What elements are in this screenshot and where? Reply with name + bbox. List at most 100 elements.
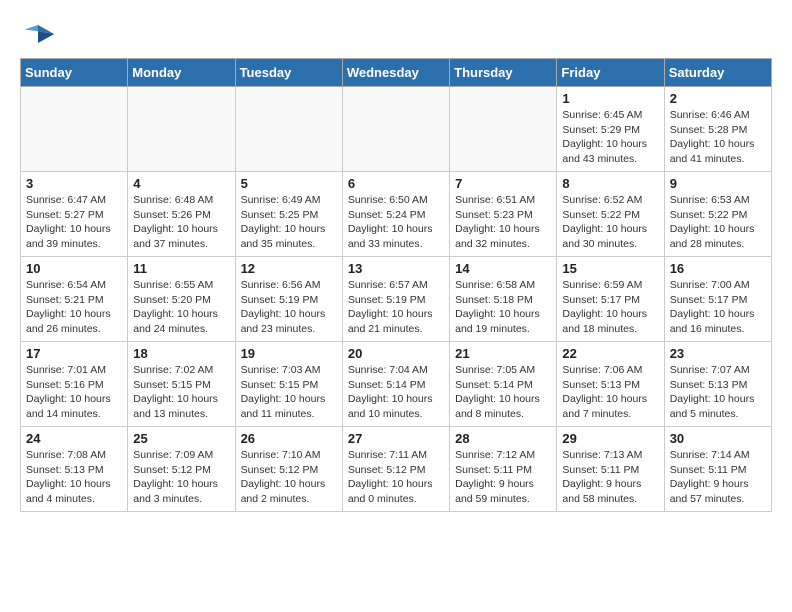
day-number: 11 <box>133 261 229 276</box>
day-number: 28 <box>455 431 551 446</box>
calendar-cell <box>342 87 449 172</box>
week-row-4: 17 Sunrise: 7:01 AMSunset: 5:16 PMDayligh… <box>21 342 772 427</box>
day-number: 6 <box>348 176 444 191</box>
logo <box>20 20 60 48</box>
col-header-tuesday: Tuesday <box>235 59 342 87</box>
day-detail: Sunrise: 6:45 AMSunset: 5:29 PMDaylight:… <box>562 108 658 167</box>
day-number: 1 <box>562 91 658 106</box>
calendar-cell: 1 Sunrise: 6:45 AMSunset: 5:29 PMDaylight… <box>557 87 664 172</box>
day-detail: Sunrise: 7:00 AMSunset: 5:17 PMDaylight:… <box>670 278 766 337</box>
calendar-cell: 16 Sunrise: 7:00 AMSunset: 5:17 PMDayligh… <box>664 257 771 342</box>
day-number: 17 <box>26 346 122 361</box>
calendar-cell: 14Sunrise: 6:58 AMSunset: 5:18 PMDayligh… <box>450 257 557 342</box>
calendar-cell: 15 Sunrise: 6:59 AMSunset: 5:17 PMDayligh… <box>557 257 664 342</box>
day-detail: Sunrise: 7:08 AMSunset: 5:13 PMDaylight:… <box>26 448 122 507</box>
day-number: 3 <box>26 176 122 191</box>
calendar-cell: 17 Sunrise: 7:01 AMSunset: 5:16 PMDayligh… <box>21 342 128 427</box>
day-detail: Sunrise: 6:51 AMSunset: 5:23 PMDaylight:… <box>455 193 551 252</box>
day-number: 21 <box>455 346 551 361</box>
col-header-sunday: Sunday <box>21 59 128 87</box>
day-detail: Sunrise: 6:48 AMSunset: 5:26 PMDaylight:… <box>133 193 229 252</box>
day-number: 22 <box>562 346 658 361</box>
day-detail: Sunrise: 6:56 AMSunset: 5:19 PMDaylight:… <box>241 278 337 337</box>
col-header-wednesday: Wednesday <box>342 59 449 87</box>
day-number: 24 <box>26 431 122 446</box>
calendar-cell: 29Sunrise: 7:13 AMSunset: 5:11 PMDayligh… <box>557 427 664 512</box>
calendar-cell: 11Sunrise: 6:55 AMSunset: 5:20 PMDayligh… <box>128 257 235 342</box>
week-row-3: 10Sunrise: 6:54 AMSunset: 5:21 PMDayligh… <box>21 257 772 342</box>
calendar-cell: 8 Sunrise: 6:52 AMSunset: 5:22 PMDaylight… <box>557 172 664 257</box>
week-row-5: 24 Sunrise: 7:08 AMSunset: 5:13 PMDayligh… <box>21 427 772 512</box>
calendar-cell: 19 Sunrise: 7:03 AMSunset: 5:15 PMDayligh… <box>235 342 342 427</box>
day-detail: Sunrise: 6:57 AMSunset: 5:19 PMDaylight:… <box>348 278 444 337</box>
calendar-cell: 21 Sunrise: 7:05 AMSunset: 5:14 PMDayligh… <box>450 342 557 427</box>
calendar-cell <box>128 87 235 172</box>
calendar-cell: 24 Sunrise: 7:08 AMSunset: 5:13 PMDayligh… <box>21 427 128 512</box>
calendar-cell: 18Sunrise: 7:02 AMSunset: 5:15 PMDayligh… <box>128 342 235 427</box>
day-number: 20 <box>348 346 444 361</box>
day-detail: Sunrise: 7:01 AMSunset: 5:16 PMDaylight:… <box>26 363 122 422</box>
calendar-cell: 6 Sunrise: 6:50 AMSunset: 5:24 PMDaylight… <box>342 172 449 257</box>
calendar-cell: 26 Sunrise: 7:10 AMSunset: 5:12 PMDayligh… <box>235 427 342 512</box>
calendar-cell: 20Sunrise: 7:04 AMSunset: 5:14 PMDayligh… <box>342 342 449 427</box>
calendar-cell: 28 Sunrise: 7:12 AMSunset: 5:11 PMDayligh… <box>450 427 557 512</box>
calendar-cell <box>450 87 557 172</box>
col-header-saturday: Saturday <box>664 59 771 87</box>
calendar-header-row: SundayMondayTuesdayWednesdayThursdayFrid… <box>21 59 772 87</box>
day-detail: Sunrise: 7:07 AMSunset: 5:13 PMDaylight:… <box>670 363 766 422</box>
col-header-thursday: Thursday <box>450 59 557 87</box>
calendar-cell <box>21 87 128 172</box>
calendar-cell: 9Sunrise: 6:53 AMSunset: 5:22 PMDaylight… <box>664 172 771 257</box>
calendar-cell <box>235 87 342 172</box>
calendar-cell: 30 Sunrise: 7:14 AMSunset: 5:11 PMDayligh… <box>664 427 771 512</box>
calendar-cell: 25 Sunrise: 7:09 AMSunset: 5:12 PMDayligh… <box>128 427 235 512</box>
day-number: 15 <box>562 261 658 276</box>
calendar-cell: 22 Sunrise: 7:06 AMSunset: 5:13 PMDayligh… <box>557 342 664 427</box>
day-detail: Sunrise: 7:06 AMSunset: 5:13 PMDaylight:… <box>562 363 658 422</box>
day-detail: Sunrise: 7:03 AMSunset: 5:15 PMDaylight:… <box>241 363 337 422</box>
day-detail: Sunrise: 6:54 AMSunset: 5:21 PMDaylight:… <box>26 278 122 337</box>
page-header <box>20 20 772 48</box>
calendar-cell: 2 Sunrise: 6:46 AMSunset: 5:28 PMDaylight… <box>664 87 771 172</box>
col-header-friday: Friday <box>557 59 664 87</box>
day-number: 8 <box>562 176 658 191</box>
day-detail: Sunrise: 7:02 AMSunset: 5:15 PMDaylight:… <box>133 363 229 422</box>
day-number: 23 <box>670 346 766 361</box>
day-number: 12 <box>241 261 337 276</box>
day-number: 26 <box>241 431 337 446</box>
day-detail: Sunrise: 7:10 AMSunset: 5:12 PMDaylight:… <box>241 448 337 507</box>
day-number: 30 <box>670 431 766 446</box>
day-detail: Sunrise: 6:59 AMSunset: 5:17 PMDaylight:… <box>562 278 658 337</box>
calendar-cell: 12 Sunrise: 6:56 AMSunset: 5:19 PMDayligh… <box>235 257 342 342</box>
logo-icon <box>20 20 56 48</box>
day-detail: Sunrise: 6:53 AMSunset: 5:22 PMDaylight:… <box>670 193 766 252</box>
day-detail: Sunrise: 6:58 AMSunset: 5:18 PMDaylight:… <box>455 278 551 337</box>
day-detail: Sunrise: 7:05 AMSunset: 5:14 PMDaylight:… <box>455 363 551 422</box>
calendar-cell: 27 Sunrise: 7:11 AMSunset: 5:12 PMDayligh… <box>342 427 449 512</box>
day-detail: Sunrise: 7:12 AMSunset: 5:11 PMDaylight:… <box>455 448 551 507</box>
day-number: 27 <box>348 431 444 446</box>
calendar-cell: 10Sunrise: 6:54 AMSunset: 5:21 PMDayligh… <box>21 257 128 342</box>
calendar-cell: 13Sunrise: 6:57 AMSunset: 5:19 PMDayligh… <box>342 257 449 342</box>
week-row-2: 3 Sunrise: 6:47 AMSunset: 5:27 PMDaylight… <box>21 172 772 257</box>
day-detail: Sunrise: 7:14 AMSunset: 5:11 PMDaylight:… <box>670 448 766 507</box>
day-number: 25 <box>133 431 229 446</box>
day-number: 19 <box>241 346 337 361</box>
day-number: 2 <box>670 91 766 106</box>
week-row-1: 1 Sunrise: 6:45 AMSunset: 5:29 PMDaylight… <box>21 87 772 172</box>
day-detail: Sunrise: 7:11 AMSunset: 5:12 PMDaylight:… <box>348 448 444 507</box>
day-detail: Sunrise: 6:46 AMSunset: 5:28 PMDaylight:… <box>670 108 766 167</box>
day-detail: Sunrise: 6:47 AMSunset: 5:27 PMDaylight:… <box>26 193 122 252</box>
day-number: 5 <box>241 176 337 191</box>
day-detail: Sunrise: 7:09 AMSunset: 5:12 PMDaylight:… <box>133 448 229 507</box>
calendar-cell: 4 Sunrise: 6:48 AMSunset: 5:26 PMDaylight… <box>128 172 235 257</box>
day-detail: Sunrise: 6:52 AMSunset: 5:22 PMDaylight:… <box>562 193 658 252</box>
day-detail: Sunrise: 6:49 AMSunset: 5:25 PMDaylight:… <box>241 193 337 252</box>
day-detail: Sunrise: 7:13 AMSunset: 5:11 PMDaylight:… <box>562 448 658 507</box>
day-detail: Sunrise: 6:50 AMSunset: 5:24 PMDaylight:… <box>348 193 444 252</box>
calendar-cell: 3 Sunrise: 6:47 AMSunset: 5:27 PMDaylight… <box>21 172 128 257</box>
calendar-cell: 7Sunrise: 6:51 AMSunset: 5:23 PMDaylight… <box>450 172 557 257</box>
day-number: 4 <box>133 176 229 191</box>
day-number: 16 <box>670 261 766 276</box>
calendar-cell: 23 Sunrise: 7:07 AMSunset: 5:13 PMDayligh… <box>664 342 771 427</box>
